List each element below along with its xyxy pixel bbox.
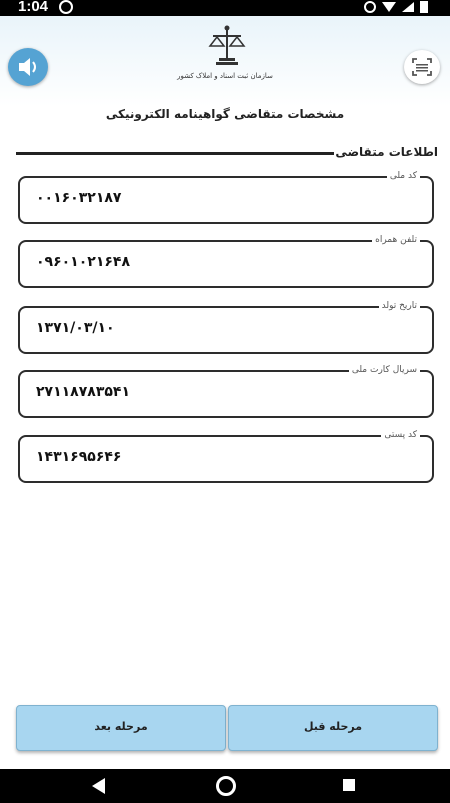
do-not-disturb-icon [364, 1, 376, 13]
scan-button[interactable] [404, 50, 440, 84]
field-value: ۱۳۷۱/۰۳/۱۰ [36, 320, 115, 336]
mobile-phone-field[interactable]: تلفن همراه ۰۹۶۰۱۰۲۱۶۴۸ [18, 234, 434, 288]
section-title: اطلاعات متقاضی [335, 145, 438, 159]
justice-scales-emblem [208, 25, 246, 65]
field-value: ۰۹۶۰۱۰۲۱۶۴۸ [36, 254, 130, 270]
field-label: سریال کارت ملی [348, 364, 420, 376]
field-value: ۲۷۱۱۸۷۸۳۵۴۱ [36, 384, 130, 400]
field-label: کد پستی [381, 429, 420, 441]
prev-step-button[interactable]: مرحله قبل [228, 705, 438, 751]
notification-icon [59, 0, 73, 14]
postal-code-field[interactable]: کد پستی ۱۴۳۱۶۹۵۶۴۶ [18, 429, 434, 483]
signal-icon [402, 2, 414, 12]
page-title: مشخصات متقاضی گواهینامه الکترونیکی [105, 107, 345, 121]
scan-icon [412, 58, 432, 76]
recent-apps-icon[interactable] [343, 779, 355, 791]
speaker-button[interactable] [8, 48, 48, 86]
status-icons [364, 1, 428, 13]
battery-icon [420, 1, 428, 13]
status-time: 1:04 [18, 0, 49, 15]
field-value: ۱۴۳۱۶۹۵۶۴۶ [36, 449, 122, 465]
prev-step-label: مرحله قبل [303, 720, 363, 733]
org-name: سازمان ثبت اسناد و املاک کشور [177, 72, 273, 80]
wifi-icon [382, 2, 396, 12]
speaker-icon [19, 58, 36, 76]
field-value: ۰۰۱۶۰۳۲۱۸۷ [36, 190, 122, 206]
app-header: سازمان ثبت اسناد و املاک کشور [0, 16, 450, 106]
card-serial-field[interactable]: سریال کارت ملی ۲۷۱۱۸۷۸۳۵۴۱ [18, 364, 434, 418]
next-step-label: مرحله بعد [94, 720, 148, 733]
back-icon[interactable] [92, 778, 105, 794]
field-label: کد ملی [386, 170, 420, 182]
system-nav-bar [0, 769, 450, 803]
field-label: تاریخ تولد [378, 300, 420, 312]
section-divider [16, 152, 334, 155]
birth-date-field[interactable]: تاریخ تولد ۱۳۷۱/۰۳/۱۰ [18, 300, 434, 354]
field-label: تلفن همراه [372, 234, 420, 246]
status-bar: 1:04 [0, 0, 450, 16]
home-icon[interactable] [216, 776, 236, 796]
national-code-field[interactable]: کد ملی ۰۰۱۶۰۳۲۱۸۷ [18, 170, 434, 224]
next-step-button[interactable]: مرحله بعد [16, 705, 226, 751]
